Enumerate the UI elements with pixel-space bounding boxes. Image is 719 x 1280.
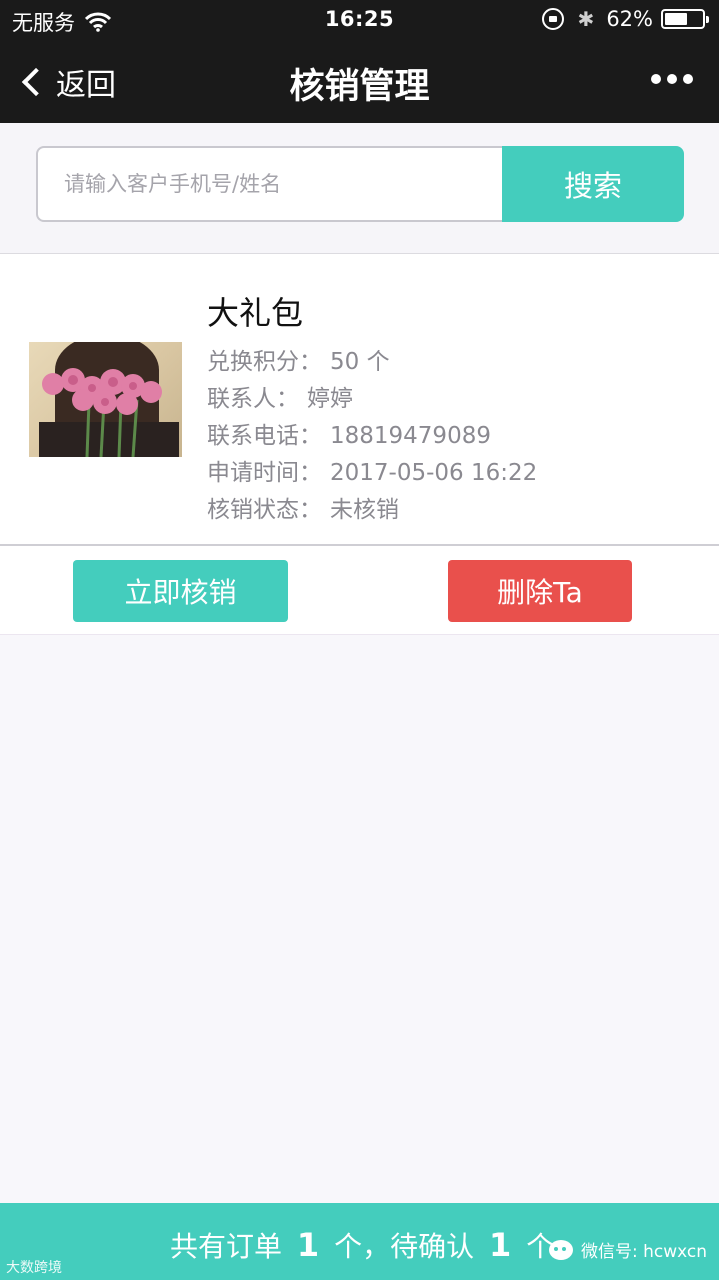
dot <box>667 74 677 84</box>
status-bar: 无服务 16:25 ✱ 62% <box>0 0 719 40</box>
wechat-icon <box>548 1239 573 1260</box>
item-title: 大礼包 <box>207 294 304 332</box>
page-title: 核销管理 <box>289 67 430 107</box>
field-value: 未核销 <box>330 497 399 523</box>
nav-bar: 返回 核销管理 <box>0 40 719 123</box>
watermark-text: 大数跨境 <box>6 1260 62 1276</box>
dot <box>683 74 693 84</box>
field-label: 申请时间： <box>207 460 322 486</box>
product-image <box>29 342 182 457</box>
search-button[interactable]: 搜索 <box>502 146 684 222</box>
order-card: 大礼包 兑换积分： 50 个 联系人： 婷婷 联系电话： 18819479089 申请… <box>0 254 719 635</box>
watermark-right: 微信号: hcwxcn <box>548 1237 707 1262</box>
status-icons: ✱ 62% <box>541 7 709 31</box>
contact-row: 联系人： 婷婷 <box>207 381 537 418</box>
points-row: 兑换积分： 50 个 <box>207 344 537 381</box>
battery-icon <box>661 9 709 29</box>
apply-time-row: 申请时间： 2017-05-06 16:22 <box>207 455 537 492</box>
dot <box>651 74 661 84</box>
more-dots-icon[interactable] <box>651 74 693 84</box>
field-label: 核销状态： <box>207 497 322 523</box>
pending-count: 1 <box>489 1226 512 1264</box>
summary-middle: 个，待确认 <box>334 1230 475 1263</box>
rotation-lock-icon <box>541 8 564 30</box>
watermark-text: 微信号: hcwxcn <box>580 1242 707 1262</box>
order-summary: 共有订单 1 个，待确认 1 个 <box>170 1225 554 1265</box>
search-bar: 搜索 <box>0 123 719 254</box>
summary-prefix: 共有订单 <box>170 1230 283 1263</box>
field-value: 18819479089 <box>330 423 491 449</box>
watermark-left: 大数跨境 <box>6 1257 62 1277</box>
field-value: 50 个 <box>330 349 390 375</box>
order-count: 1 <box>296 1226 320 1264</box>
verify-button[interactable]: 立即核销 <box>73 560 288 622</box>
battery-percent: 62% <box>606 7 653 31</box>
bluetooth-icon: ✱ <box>577 7 595 31</box>
field-label: 联系电话： <box>207 423 322 449</box>
footer-summary-bar: 共有订单 1 个，待确认 1 个 大数跨境 微信号: hcwxcn <box>0 1203 719 1280</box>
field-label: 兑换积分： <box>207 349 322 375</box>
order-actions: 立即核销 删除Ta <box>0 546 719 635</box>
field-value: 婷婷 <box>307 386 353 412</box>
delete-button[interactable]: 删除Ta <box>448 560 632 622</box>
phone-row: 联系电话： 18819479089 <box>207 418 537 455</box>
order-info: 大礼包 兑换积分： 50 个 联系人： 婷婷 联系电话： 18819479089 申请… <box>0 254 719 546</box>
status-row: 核销状态： 未核销 <box>207 492 537 529</box>
battery-level <box>665 13 687 25</box>
search-input[interactable] <box>36 146 503 222</box>
field-value: 2017-05-06 16:22 <box>330 460 538 486</box>
order-details: 大礼包 兑换积分： 50 个 联系人： 婷婷 联系电话： 18819479089 申请… <box>207 288 537 529</box>
field-label: 联系人： <box>207 386 299 412</box>
